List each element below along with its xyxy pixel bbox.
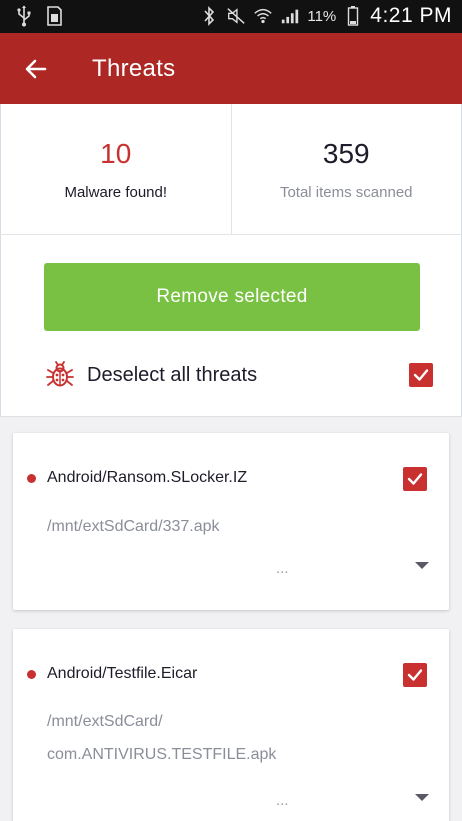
check-icon	[407, 473, 423, 485]
deselect-all-row[interactable]: Deselect all threats	[45, 359, 433, 391]
deselect-all-checkbox[interactable]	[409, 363, 433, 387]
remove-selected-button[interactable]: Remove selected	[44, 263, 420, 331]
threat-path: /mnt/extSdCard/337.apk	[47, 518, 220, 535]
wifi-icon	[253, 5, 273, 27]
expand-caret-icon[interactable]	[415, 794, 429, 801]
threat-checkbox[interactable]	[403, 663, 427, 687]
status-right-icons: 11% 4:21 PM	[199, 4, 452, 28]
threat-card[interactable]: Android/Testfile.Eicar /mnt/extSdCard/ c…	[13, 629, 449, 821]
clock: 4:21 PM	[370, 4, 452, 27]
severity-dot	[27, 670, 36, 679]
signal-icon	[280, 5, 300, 27]
bluetooth-icon	[199, 5, 219, 27]
severity-dot	[27, 474, 36, 483]
sd-card-icon	[44, 5, 64, 27]
threat-path-line-1: /mnt/extSdCard/	[47, 713, 163, 730]
malware-count: 10	[100, 138, 132, 169]
malware-stat: 10 Malware found!	[1, 104, 231, 234]
mute-icon	[226, 5, 246, 27]
page-title: Threats	[92, 54, 176, 82]
status-left-icons	[14, 5, 64, 27]
threat-name: Android/Testfile.Eicar	[47, 665, 198, 682]
battery-icon	[343, 5, 363, 27]
deselect-all-label: Deselect all threats	[87, 363, 258, 386]
back-button[interactable]	[12, 45, 60, 93]
check-icon	[407, 669, 423, 681]
status-bar: 11% 4:21 PM	[0, 0, 462, 33]
more-ellipsis: ...	[276, 560, 289, 577]
scanned-label: Total items scanned	[279, 184, 413, 201]
battery-percent: 11%	[307, 7, 337, 25]
threat-list: Android/Ransom.SLocker.IZ /mnt/extSdCard…	[0, 416, 462, 821]
bug-icon	[45, 360, 75, 390]
scanned-stat: 359 Total items scanned	[230, 104, 462, 234]
threat-card[interactable]: Android/Ransom.SLocker.IZ /mnt/extSdCard…	[13, 433, 449, 610]
usb-icon	[14, 5, 34, 27]
malware-label: Malware found!	[64, 184, 168, 201]
app-bar: Threats	[0, 33, 462, 104]
threat-path-line-2: com.ANTIVIRUS.TESTFILE.apk	[47, 746, 277, 763]
expand-caret-icon[interactable]	[415, 562, 429, 569]
scan-stats: 10 Malware found! 359 Total items scanne…	[0, 104, 462, 235]
check-icon	[413, 369, 429, 381]
arrow-back-icon	[25, 59, 47, 78]
more-ellipsis: ...	[276, 792, 289, 809]
threat-name: Android/Ransom.SLocker.IZ	[47, 469, 248, 486]
threat-actions: Remove selected Deselect all threats	[0, 235, 462, 416]
scanned-count: 359	[322, 138, 370, 169]
threat-checkbox[interactable]	[403, 467, 427, 491]
